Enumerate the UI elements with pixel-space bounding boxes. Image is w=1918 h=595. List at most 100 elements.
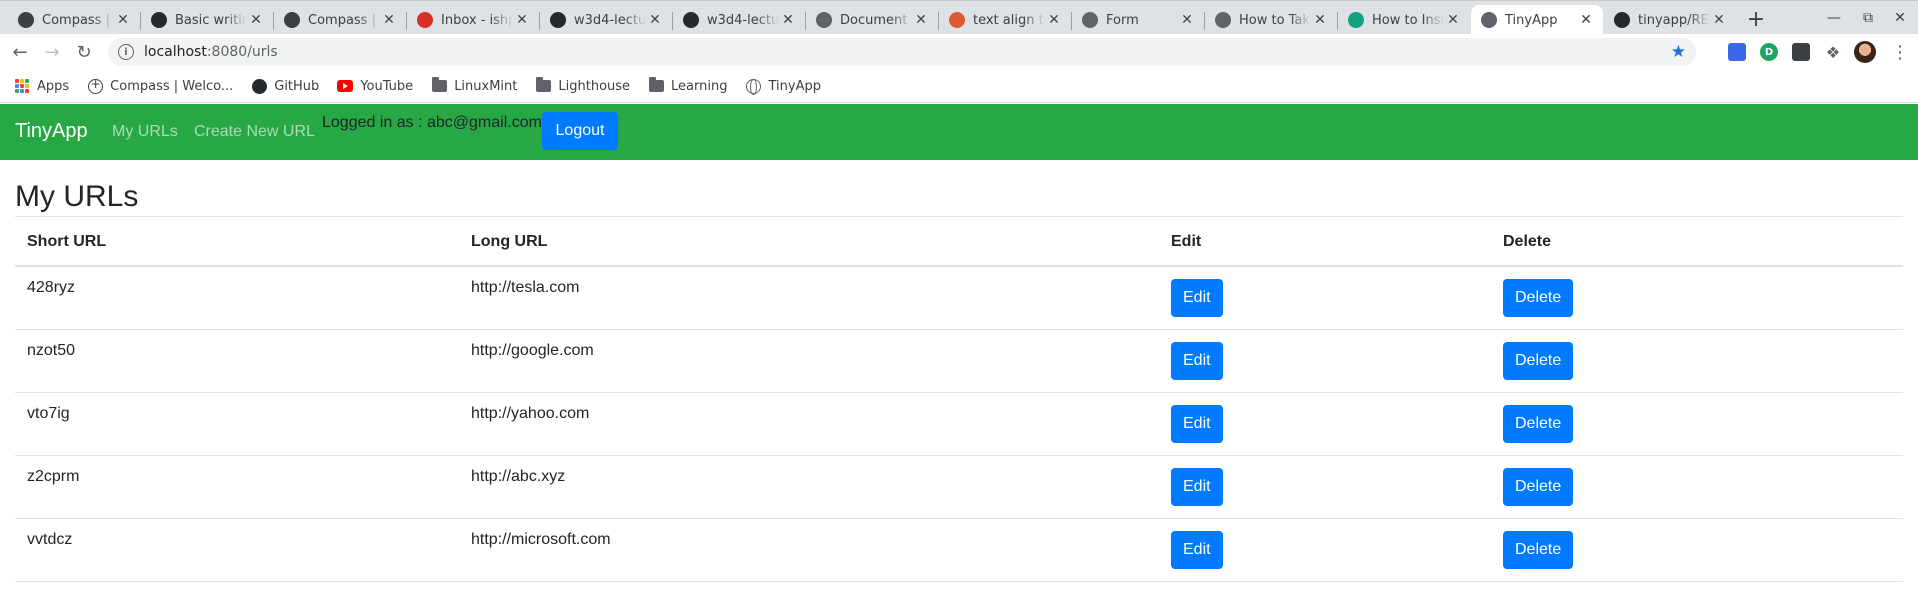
table-row: z2cprm http://abc.xyz Edit Delete: [15, 455, 1903, 519]
restore-icon[interactable]: ⧉: [1854, 5, 1882, 31]
browser-tab[interactable]: Basic writing✕: [141, 5, 273, 35]
tab-label: w3d4-lectur: [707, 12, 779, 28]
short-url-cell: 428ryz: [15, 266, 459, 330]
tab-label: text align to: [973, 12, 1045, 28]
delete-button-cell: Delete: [1491, 392, 1903, 456]
tab-separator: [1204, 12, 1205, 30]
tab-close-icon[interactable]: ✕: [380, 11, 398, 29]
nav-create-new-url[interactable]: Create New URL: [194, 123, 315, 141]
tab-label: Inbox - ishp: [441, 12, 513, 28]
tab-close-icon[interactable]: ✕: [646, 11, 664, 29]
youtube-icon: [337, 78, 354, 94]
logout-button[interactable]: Logout: [542, 112, 618, 150]
bookmark-item[interactable]: Apps: [10, 78, 73, 94]
browser-tab[interactable]: Form ✕: [1072, 5, 1204, 35]
bookmark-label: Lighthouse: [558, 78, 631, 94]
tab-close-icon[interactable]: ✕: [1045, 11, 1063, 29]
bookmarks-bar: Apps Compass | Welco... GitHub YouTube Linux…: [0, 70, 1918, 103]
edit-button[interactable]: Edit: [1171, 279, 1223, 317]
browser-tab[interactable]: Document ✕: [806, 5, 938, 35]
edit-button[interactable]: Edit: [1171, 404, 1223, 443]
extension-icon[interactable]: D: [1760, 43, 1778, 61]
browser-tab[interactable]: Compass | T✕: [274, 5, 406, 35]
tab-separator: [273, 12, 274, 30]
tab-close-icon[interactable]: ✕: [513, 11, 531, 29]
reload-icon[interactable]: ↻: [72, 40, 96, 64]
browser-tab[interactable]: w3d4-lectur ✕: [673, 5, 805, 35]
tab-separator: [1071, 12, 1072, 30]
column-header-long-url: Long URL: [459, 218, 1159, 267]
delete-button[interactable]: Delete: [1503, 279, 1574, 317]
browser-tab[interactable]: w3d4-lectur ✕: [540, 5, 672, 35]
edit-button-cell: Edit: [1159, 329, 1491, 393]
tab-close-icon[interactable]: ✕: [1444, 11, 1462, 29]
bookmark-star-icon[interactable]: ★: [1671, 42, 1686, 62]
table-row: 428ryz http://tesla.com Edit Delete: [15, 266, 1903, 330]
globe-icon: [1215, 12, 1231, 28]
bookmark-item[interactable]: Lighthouse: [531, 77, 634, 94]
tab-close-icon[interactable]: ✕: [779, 11, 797, 29]
edit-button-cell: Edit: [1159, 392, 1491, 456]
edit-button[interactable]: Edit: [1171, 467, 1223, 506]
address-bar[interactable]: i localhost:8080/urls ★: [108, 38, 1696, 66]
menu-kebab-icon[interactable]: ⋮: [1890, 41, 1910, 63]
folder-icon: [431, 77, 447, 94]
extension-icon[interactable]: [1792, 43, 1810, 61]
tab-close-icon[interactable]: ✕: [912, 11, 930, 29]
nav-my-urls[interactable]: My URLs: [112, 123, 178, 141]
minimize-icon[interactable]: —: [1820, 5, 1848, 31]
delete-button[interactable]: Delete: [1503, 341, 1574, 380]
browser-toolbar: ← → ↻ i localhost:8080/urls ★ D ❖ ⋮: [0, 34, 1918, 70]
site-info-icon[interactable]: i: [118, 44, 134, 60]
github-icon: [683, 12, 699, 28]
delete-button[interactable]: Delete: [1503, 467, 1574, 506]
browser-tab[interactable]: How to Inst ✕: [1338, 5, 1470, 35]
tab-close-icon[interactable]: ✕: [247, 11, 265, 29]
tab-label: Basic writing: [175, 12, 247, 28]
brand-link[interactable]: TinyApp: [15, 120, 88, 143]
tab-close-icon[interactable]: ✕: [1311, 11, 1329, 29]
long-url-cell: http://abc.xyz: [459, 455, 1159, 519]
browser-tab[interactable]: How to Take ✕: [1205, 5, 1337, 35]
bookmark-item[interactable]: YouTube: [333, 78, 417, 94]
tab-separator: [539, 12, 540, 30]
bookmark-item[interactable]: LinuxMint: [427, 77, 521, 94]
app-navbar: TinyApp My URLs Create New URL Logged in…: [0, 104, 1918, 160]
tab-close-icon[interactable]: ✕: [114, 11, 132, 29]
extension-icon[interactable]: [1728, 43, 1746, 61]
tab-close-icon[interactable]: ✕: [1710, 11, 1728, 29]
edit-button[interactable]: Edit: [1171, 341, 1223, 380]
tab-close-icon[interactable]: ✕: [1577, 11, 1595, 29]
profile-avatar[interactable]: [1854, 41, 1876, 63]
tab-label: How to Take: [1239, 12, 1311, 28]
bookmark-item[interactable]: Compass | Welco...: [83, 77, 237, 94]
browser-tab[interactable]: Inbox - ishp ✕: [407, 5, 539, 35]
browser-tab[interactable]: Compass | S✕: [8, 5, 140, 35]
delete-button[interactable]: Delete: [1503, 404, 1574, 443]
tab-close-icon[interactable]: ✕: [1178, 11, 1196, 29]
tab-label: Form: [1106, 12, 1139, 28]
apps-grid-icon: [14, 78, 30, 94]
address-url: localhost:8080/urls: [144, 44, 278, 60]
extensions-puzzle-icon[interactable]: ❖: [1824, 43, 1842, 62]
browser-tab[interactable]: tinyapp/RE ✕: [1604, 5, 1736, 35]
delete-button-cell: Delete: [1491, 518, 1903, 582]
close-window-icon[interactable]: ✕: [1886, 5, 1914, 31]
bookmark-label: LinuxMint: [454, 78, 518, 94]
tab-separator: [938, 12, 939, 30]
edit-button[interactable]: Edit: [1171, 530, 1223, 569]
bookmark-item[interactable]: GitHub: [247, 78, 323, 94]
back-icon[interactable]: ←: [8, 40, 32, 64]
delete-button[interactable]: Delete: [1503, 530, 1574, 569]
bookmark-item[interactable]: TinyApp: [741, 78, 824, 95]
tab-label: Document: [840, 12, 908, 28]
bookmark-label: Compass | Welco...: [110, 78, 234, 94]
tab-active[interactable]: TinyApp ✕: [1471, 5, 1603, 35]
new-tab-button[interactable]: +: [1743, 6, 1769, 32]
bookmark-item[interactable]: Learning: [644, 77, 731, 94]
logged-in-text: Logged in as : abc@gmail.com: [322, 114, 542, 131]
browser-tab[interactable]: text align to ✕: [939, 5, 1071, 35]
tab-label: tinyapp/RE: [1638, 12, 1709, 28]
forward-icon[interactable]: →: [40, 40, 64, 64]
delete-button-cell: Delete: [1491, 455, 1903, 519]
